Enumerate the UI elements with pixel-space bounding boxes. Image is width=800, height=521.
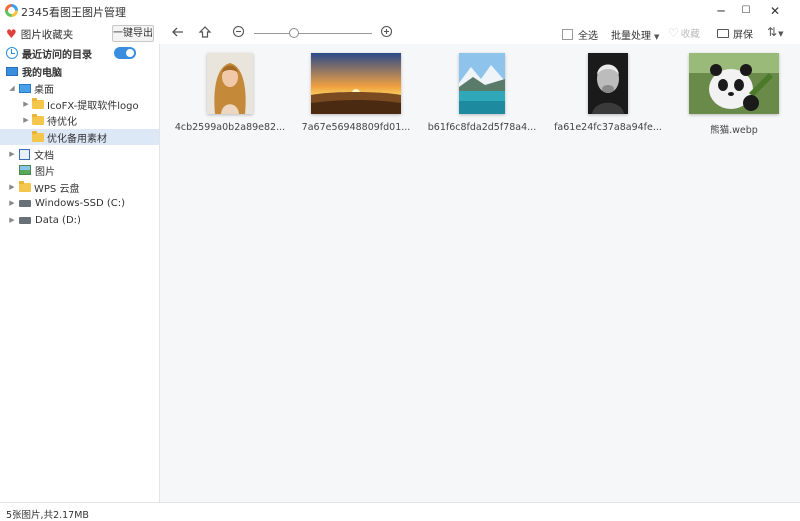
screensaver-button[interactable]: 屏保 — [717, 26, 753, 41]
recent-dirs-label: 最近访问的目录 — [22, 49, 92, 61]
pictures-label: 图片 — [35, 166, 55, 178]
chevron-right-icon[interactable]: ▶ — [22, 116, 30, 124]
folder-icon — [32, 113, 44, 125]
drive-d-label: Data (D:) — [35, 214, 81, 226]
panda-photo-icon — [689, 53, 779, 114]
sidebar-item-wps-cloud[interactable]: ▶ WPS 云盘 — [0, 179, 159, 195]
heart-outline-icon: ♡ — [668, 26, 679, 40]
desktop-label: 桌面 — [34, 84, 54, 96]
sort-icon: ⇅ — [767, 25, 778, 39]
chevron-down-icon[interactable]: ◢ — [8, 84, 16, 92]
thumbnail-grid: 4cb2599a0b2a89e82... 7a67e56948809fd01..… — [160, 44, 800, 502]
minimize-button[interactable]: ─ — [711, 2, 731, 20]
status-text: 5张图片,共2.17MB — [6, 510, 89, 521]
status-bar: 5张图片,共2.17MB — [0, 502, 800, 521]
drive-icon — [19, 216, 31, 224]
sidebar-item-folder[interactable]: ▶ IcoFX-提取软件logo — [0, 96, 159, 112]
drive-icon — [19, 199, 31, 207]
recent-dirs-row[interactable]: 最近访问的目录 — [0, 45, 159, 61]
caret-down-icon: ▼ — [778, 30, 784, 38]
batch-label: 批量处理 — [611, 31, 651, 42]
sidebar-item-folder-selected[interactable]: 优化备用素材 — [0, 129, 159, 145]
chevron-right-icon[interactable]: ▶ — [22, 100, 30, 108]
slider-handle[interactable] — [289, 28, 299, 38]
screensaver-label: 屏保 — [733, 30, 753, 41]
folder-icon — [32, 97, 44, 109]
folder-icon — [32, 130, 44, 142]
up-folder-icon[interactable] — [197, 25, 213, 41]
sidebar-item-drive-c[interactable]: ▶ Windows-SSD (C:) — [0, 195, 159, 211]
thumbnail-item[interactable]: fa61e24fc37a8a94fe... — [545, 53, 671, 139]
heart-icon: ♥ — [6, 27, 17, 41]
clock-icon — [6, 47, 18, 59]
export-button[interactable]: 一键导出 — [112, 25, 154, 42]
sunset-landscape-photo-icon — [311, 53, 401, 114]
thumbnail-size-slider[interactable] — [254, 33, 372, 34]
chevron-right-icon[interactable]: ▶ — [8, 199, 16, 207]
checkbox-box[interactable] — [562, 29, 573, 40]
app-title: 2345看图王图片管理 — [21, 6, 126, 19]
thumbnail-filename: fa61e24fc37a8a94fe... — [554, 122, 662, 133]
documents-label: 文档 — [34, 150, 54, 162]
thumbnail-item[interactable]: b61f6c8fda2d5f78a4... — [419, 53, 545, 139]
monitor-icon — [717, 29, 729, 38]
thumbnail-filename: 熊猫.webp — [710, 125, 758, 136]
mountain-lake-photo-icon — [459, 53, 505, 114]
zoom-out-icon[interactable] — [230, 25, 246, 41]
batch-process-dropdown[interactable]: 批量处理 ▼ — [611, 27, 659, 42]
computer-icon — [6, 66, 18, 76]
wps-cloud-label: WPS 云盘 — [34, 183, 80, 195]
thumbnail-item[interactable]: 熊猫.webp — [671, 53, 797, 139]
collect-label: 收藏 — [680, 29, 700, 40]
maximize-button[interactable]: ☐ — [736, 2, 756, 20]
portrait-woman-photo-icon — [207, 53, 253, 114]
collect-button[interactable]: ♡ 收藏 — [668, 26, 700, 40]
toolbar: ♥ 图片收藏夹 一键导出 全选 批量处理 ▼ ♡ 收藏 屏保 ⇅▼ — [0, 22, 800, 44]
sidebar-item-my-pc[interactable]: 我的电脑 — [0, 63, 159, 79]
thumbnail-filename: b61f6c8fda2d5f78a4... — [427, 122, 537, 133]
sidebar: 最近访问的目录 我的电脑 ◢ 桌面 ▶ IcoFX-提取软件logo ▶ 待优化… — [0, 44, 160, 502]
caret-down-icon: ▼ — [654, 33, 660, 41]
chevron-right-icon[interactable]: ▶ — [8, 183, 16, 191]
recent-dirs-toggle[interactable] — [114, 47, 136, 59]
chevron-right-icon[interactable]: ▶ — [8, 150, 16, 158]
close-button[interactable]: ✕ — [765, 2, 785, 20]
drive-c-label: Windows-SSD (C:) — [35, 197, 125, 209]
folder-icon — [19, 180, 31, 192]
sidebar-item-documents[interactable]: ▶ 文档 — [0, 146, 159, 162]
favorites-label: 图片收藏夹 — [20, 28, 74, 41]
my-pc-label: 我的电脑 — [22, 67, 62, 79]
chevron-right-icon[interactable]: ▶ — [8, 216, 16, 224]
app-logo-icon — [5, 4, 18, 17]
thumbnail-filename: 4cb2599a0b2a89e82... — [174, 122, 286, 133]
desktop-icon — [19, 83, 31, 93]
title-bar: 2345看图王图片管理 ─ ☐ ✕ — [0, 0, 800, 22]
sort-dropdown[interactable]: ⇅▼ — [767, 25, 783, 39]
back-arrow-icon[interactable] — [170, 25, 186, 41]
favorites-link[interactable]: ♥ 图片收藏夹 — [6, 26, 73, 42]
select-all-label: 全选 — [578, 31, 598, 42]
thumbnail-item[interactable]: 4cb2599a0b2a89e82... — [167, 53, 293, 139]
zoom-in-icon[interactable] — [378, 25, 394, 41]
select-all-checkbox[interactable]: 全选 — [562, 27, 598, 42]
sidebar-item-drive-d[interactable]: ▶ Data (D:) — [0, 212, 159, 228]
sidebar-item-desktop[interactable]: ◢ 桌面 — [0, 80, 159, 96]
folder-label: IcoFX-提取软件logo — [47, 100, 139, 112]
thumbnail-item[interactable]: 7a67e56948809fd01... — [293, 53, 419, 139]
thumbnail-filename: 7a67e56948809fd01... — [301, 122, 411, 133]
sidebar-item-folder[interactable]: ▶ 待优化 — [0, 112, 159, 128]
folder-label: 优化备用素材 — [47, 133, 107, 145]
old-man-portrait-photo-icon — [588, 53, 628, 114]
folder-label: 待优化 — [47, 116, 77, 128]
pictures-icon — [19, 165, 31, 175]
documents-icon — [19, 148, 30, 160]
sidebar-item-pictures[interactable]: 图片 — [0, 162, 159, 178]
